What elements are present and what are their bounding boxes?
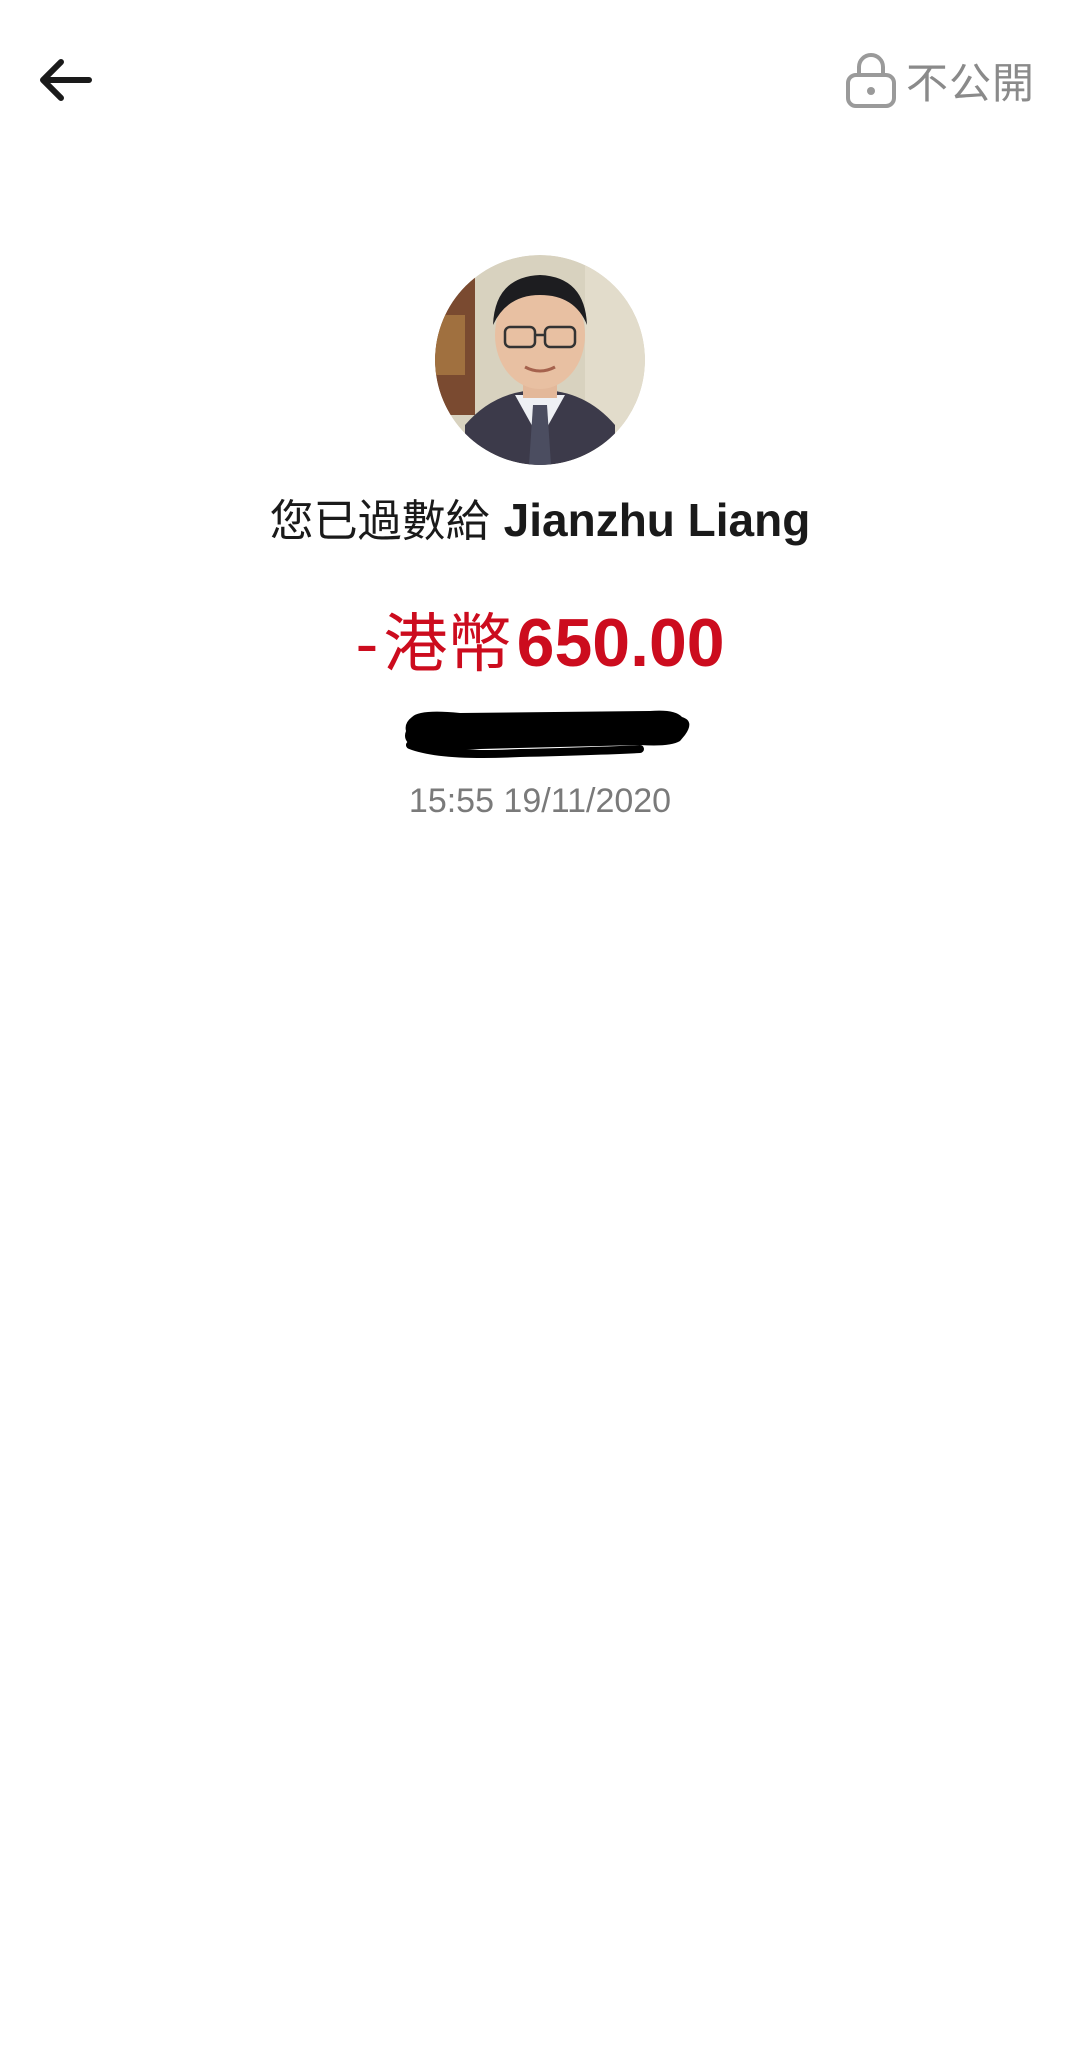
amount-value: 650.00 — [516, 605, 725, 681]
amount-sign: - — [355, 608, 379, 682]
top-bar: 不公開 — [0, 0, 1080, 160]
transfer-prefix: 您已過數給 — [269, 496, 490, 547]
privacy-toggle[interactable]: 不公開 — [844, 50, 1035, 110]
privacy-label: 不公開 — [905, 58, 1035, 108]
lock-icon — [845, 53, 896, 108]
arrow-left-icon — [40, 59, 92, 101]
transaction-timestamp: 15:55 19/11/2020 — [408, 782, 672, 820]
amount-currency: 港幣 — [383, 608, 512, 682]
recipient-line: 您已過數給 Jianzhu Liang — [0, 490, 1080, 552]
transfer-amount: - 港幣 650.00 — [0, 598, 1080, 706]
avatar — [435, 255, 645, 465]
back-button[interactable] — [30, 45, 100, 115]
recipient-name: Jianzhu Liang — [503, 494, 811, 546]
redaction-mark — [400, 705, 695, 760]
